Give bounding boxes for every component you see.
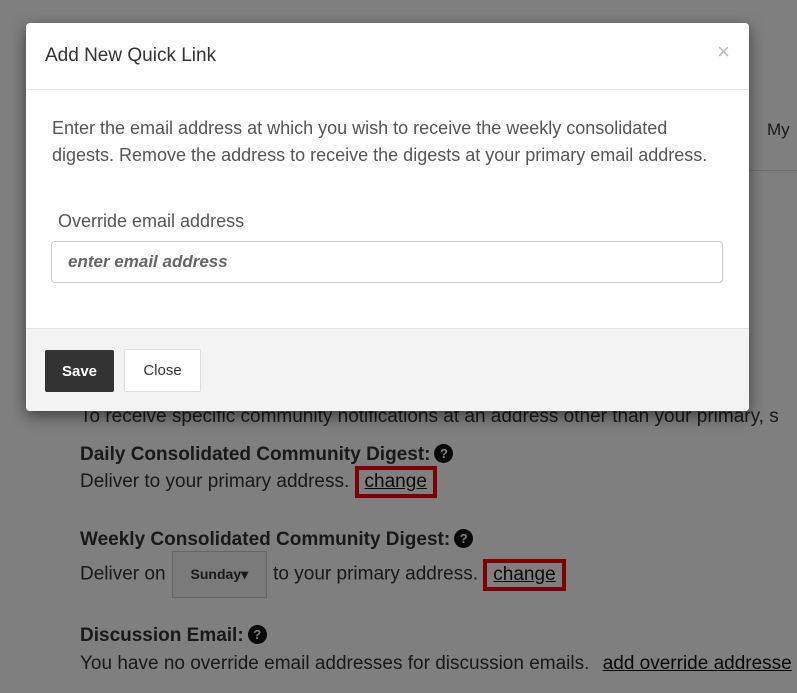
override-email-label: Override email address bbox=[58, 211, 245, 231]
close-icon[interactable]: × bbox=[717, 39, 730, 65]
override-email-input[interactable] bbox=[51, 241, 723, 283]
save-button[interactable]: Save bbox=[45, 350, 114, 392]
modal-footer: Save Close bbox=[26, 328, 749, 411]
close-button[interactable]: Close bbox=[124, 349, 201, 392]
modal-title: Add New Quick Link bbox=[45, 45, 217, 66]
modal-description: Enter the email address at which you wis… bbox=[52, 118, 708, 165]
add-quick-link-modal: Add New Quick Link × Enter the email add… bbox=[26, 23, 749, 411]
modal-header: Add New Quick Link × bbox=[26, 23, 749, 90]
modal-body: Enter the email address at which you wis… bbox=[26, 90, 749, 328]
